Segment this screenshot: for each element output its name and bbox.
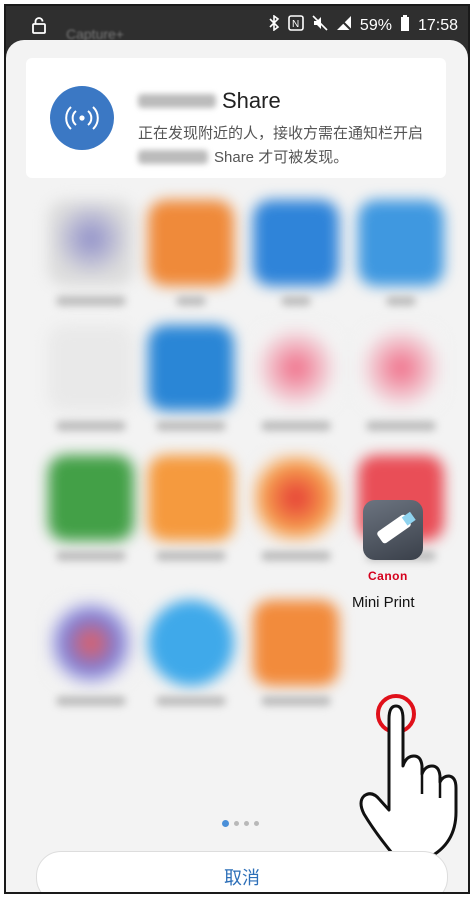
app-icon: [358, 200, 444, 286]
app-icon: [48, 600, 134, 686]
app-label: [261, 551, 331, 561]
page-dot-active: [222, 820, 229, 827]
app-item[interactable]: [46, 600, 136, 706]
app-label: [156, 421, 226, 431]
app-icon: [148, 200, 234, 286]
app-item[interactable]: [356, 200, 446, 306]
page-dot: [254, 821, 259, 826]
blurred-brand-2: [138, 149, 208, 164]
share-description-line2: Share 才可被发现。: [138, 146, 348, 167]
app-label: [56, 551, 126, 561]
app-label: [56, 296, 126, 306]
app-item[interactable]: [46, 455, 136, 561]
app-item[interactable]: [146, 455, 236, 561]
app-icon: [48, 200, 134, 286]
app-label: [281, 296, 311, 306]
share-title: Share: [138, 88, 281, 114]
mute-icon: [312, 15, 328, 36]
app-item[interactable]: [251, 600, 341, 706]
app-label: [56, 421, 126, 431]
app-label: [366, 421, 436, 431]
app-item[interactable]: [251, 455, 341, 561]
app-grid: [26, 190, 456, 780]
nfc-icon: N: [288, 15, 304, 36]
app-item[interactable]: [46, 200, 136, 306]
app-icon: [48, 325, 134, 411]
battery-percent: 59%: [359, 16, 392, 34]
status-icons: N 59% 17:58: [268, 14, 458, 36]
huawei-share-card[interactable]: Share 正在发现附近的人，接收方需在通知栏开启 Share 才可被发现。: [26, 58, 446, 178]
bluetooth-icon: [268, 14, 280, 36]
app-item[interactable]: [146, 600, 236, 706]
app-label: [386, 296, 416, 306]
share-title-text: Share: [222, 88, 281, 113]
canon-mini-print-label: Mini Print: [352, 594, 415, 611]
app-icon: [48, 455, 134, 541]
cancel-button[interactable]: 取消: [36, 851, 448, 892]
app-icon: [148, 455, 234, 541]
app-icon: [358, 325, 444, 411]
app-icon: [253, 200, 339, 286]
no-signal-icon: [336, 15, 352, 36]
canon-mini-print-icon: [363, 500, 423, 560]
screenshot-frame: Capture+ N 59% 17:58 Share 正在发现附近的人，接收方需…: [4, 4, 470, 894]
share-sheet: Share 正在发现附近的人，接收方需在通知栏开启 Share 才可被发现。 C…: [6, 40, 468, 892]
app-label: [156, 551, 226, 561]
battery-icon: [400, 15, 410, 36]
canon-logo: Canon: [368, 569, 408, 583]
app-icon: [253, 600, 339, 686]
pointer-hand-icon: [356, 694, 466, 864]
app-item[interactable]: [251, 325, 341, 431]
page-dot: [234, 821, 239, 826]
app-icon: [253, 455, 339, 541]
svg-text:N: N: [292, 19, 299, 30]
app-label: [261, 421, 331, 431]
app-label: [261, 696, 331, 706]
lock-icon: [30, 16, 48, 39]
blurred-brand: [138, 94, 216, 108]
pen-graphic: [376, 513, 412, 545]
app-label: [56, 696, 126, 706]
app-icon: [148, 600, 234, 686]
app-item[interactable]: [46, 325, 136, 431]
app-item[interactable]: [251, 200, 341, 306]
page-indicator: [222, 820, 259, 827]
share-description-line2-text: Share 才可被发现。: [214, 149, 349, 166]
share-description-line1: 正在发现附近的人，接收方需在通知栏开启: [138, 125, 424, 142]
app-item[interactable]: [146, 200, 236, 306]
app-item[interactable]: [356, 325, 446, 431]
app-icon: [148, 325, 234, 411]
app-icon: [253, 325, 339, 411]
app-label: [156, 696, 226, 706]
clock: 17:58: [417, 16, 458, 34]
page-dot: [244, 821, 249, 826]
app-item[interactable]: [146, 325, 236, 431]
share-radar-icon: [50, 86, 114, 150]
app-label: [176, 296, 206, 306]
